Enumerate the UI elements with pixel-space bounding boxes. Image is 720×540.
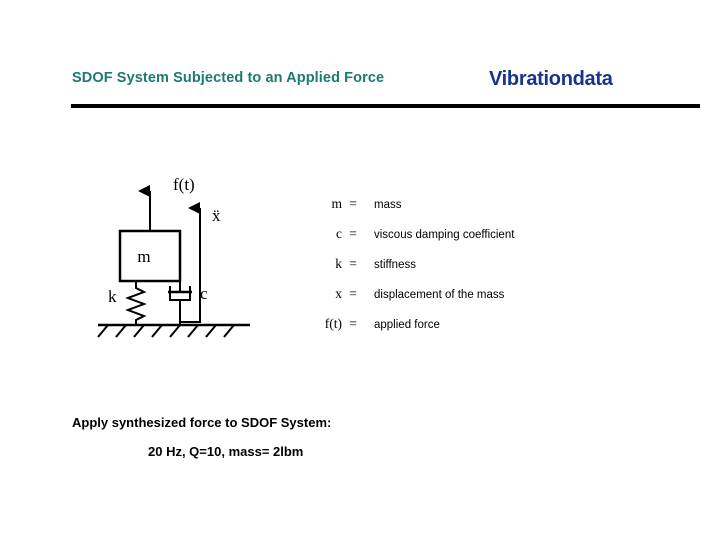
legend-row: f(t) = applied force xyxy=(300,316,600,346)
header-divider xyxy=(71,104,700,108)
acceleration-label: ẍ xyxy=(212,206,221,225)
legend-equals-sign: = xyxy=(349,226,357,241)
acceleration-arrow xyxy=(180,202,201,323)
spring-label: k xyxy=(108,287,117,306)
legend-equals-sign: = xyxy=(349,196,357,211)
ground-support xyxy=(97,323,250,338)
sdof-system-diagram: f(t) ẍ m k c xyxy=(88,165,298,340)
legend-row: x = displacement of the mass xyxy=(300,286,600,316)
damper-label: c xyxy=(200,284,208,303)
legend-row: m = mass xyxy=(300,196,600,226)
force-label: f(t) xyxy=(173,175,195,194)
legend-equals-sign: = xyxy=(349,256,357,271)
legend-equals-sign: = xyxy=(349,316,357,331)
legend-description: stiffness xyxy=(374,259,416,271)
legend-symbol: c xyxy=(336,226,342,241)
legend-description: displacement of the mass xyxy=(374,289,505,301)
legend-symbol: x xyxy=(335,286,342,301)
damper-element xyxy=(168,281,192,325)
legend-description: mass xyxy=(374,199,402,211)
legend-symbol: k xyxy=(335,256,342,271)
legend-symbol: m xyxy=(331,196,342,211)
legend-row: k = stiffness xyxy=(300,256,600,286)
vibrationdata-logo: Vibrationdata xyxy=(489,68,613,90)
force-parameters-text: 20 Hz, Q=10, mass= 2lbm xyxy=(148,444,304,459)
legend-description: viscous damping coefficient xyxy=(374,229,515,241)
spring-element xyxy=(125,281,147,325)
legend-description: applied force xyxy=(374,319,440,331)
legend-row: c = viscous damping coefficient xyxy=(300,226,600,256)
legend-symbol: f(t) xyxy=(324,316,342,331)
legend-equals-sign: = xyxy=(349,286,357,301)
mass-label: m xyxy=(137,247,150,266)
nomenclature-legend: m = mass c = viscous damping coefficient… xyxy=(300,196,600,346)
slide-canvas: SDOF System Subjected to an Applied Forc… xyxy=(0,0,720,540)
page-title: SDOF System Subjected to an Applied Forc… xyxy=(72,70,385,86)
apply-force-heading: Apply synthesized force to SDOF System: xyxy=(72,415,332,430)
